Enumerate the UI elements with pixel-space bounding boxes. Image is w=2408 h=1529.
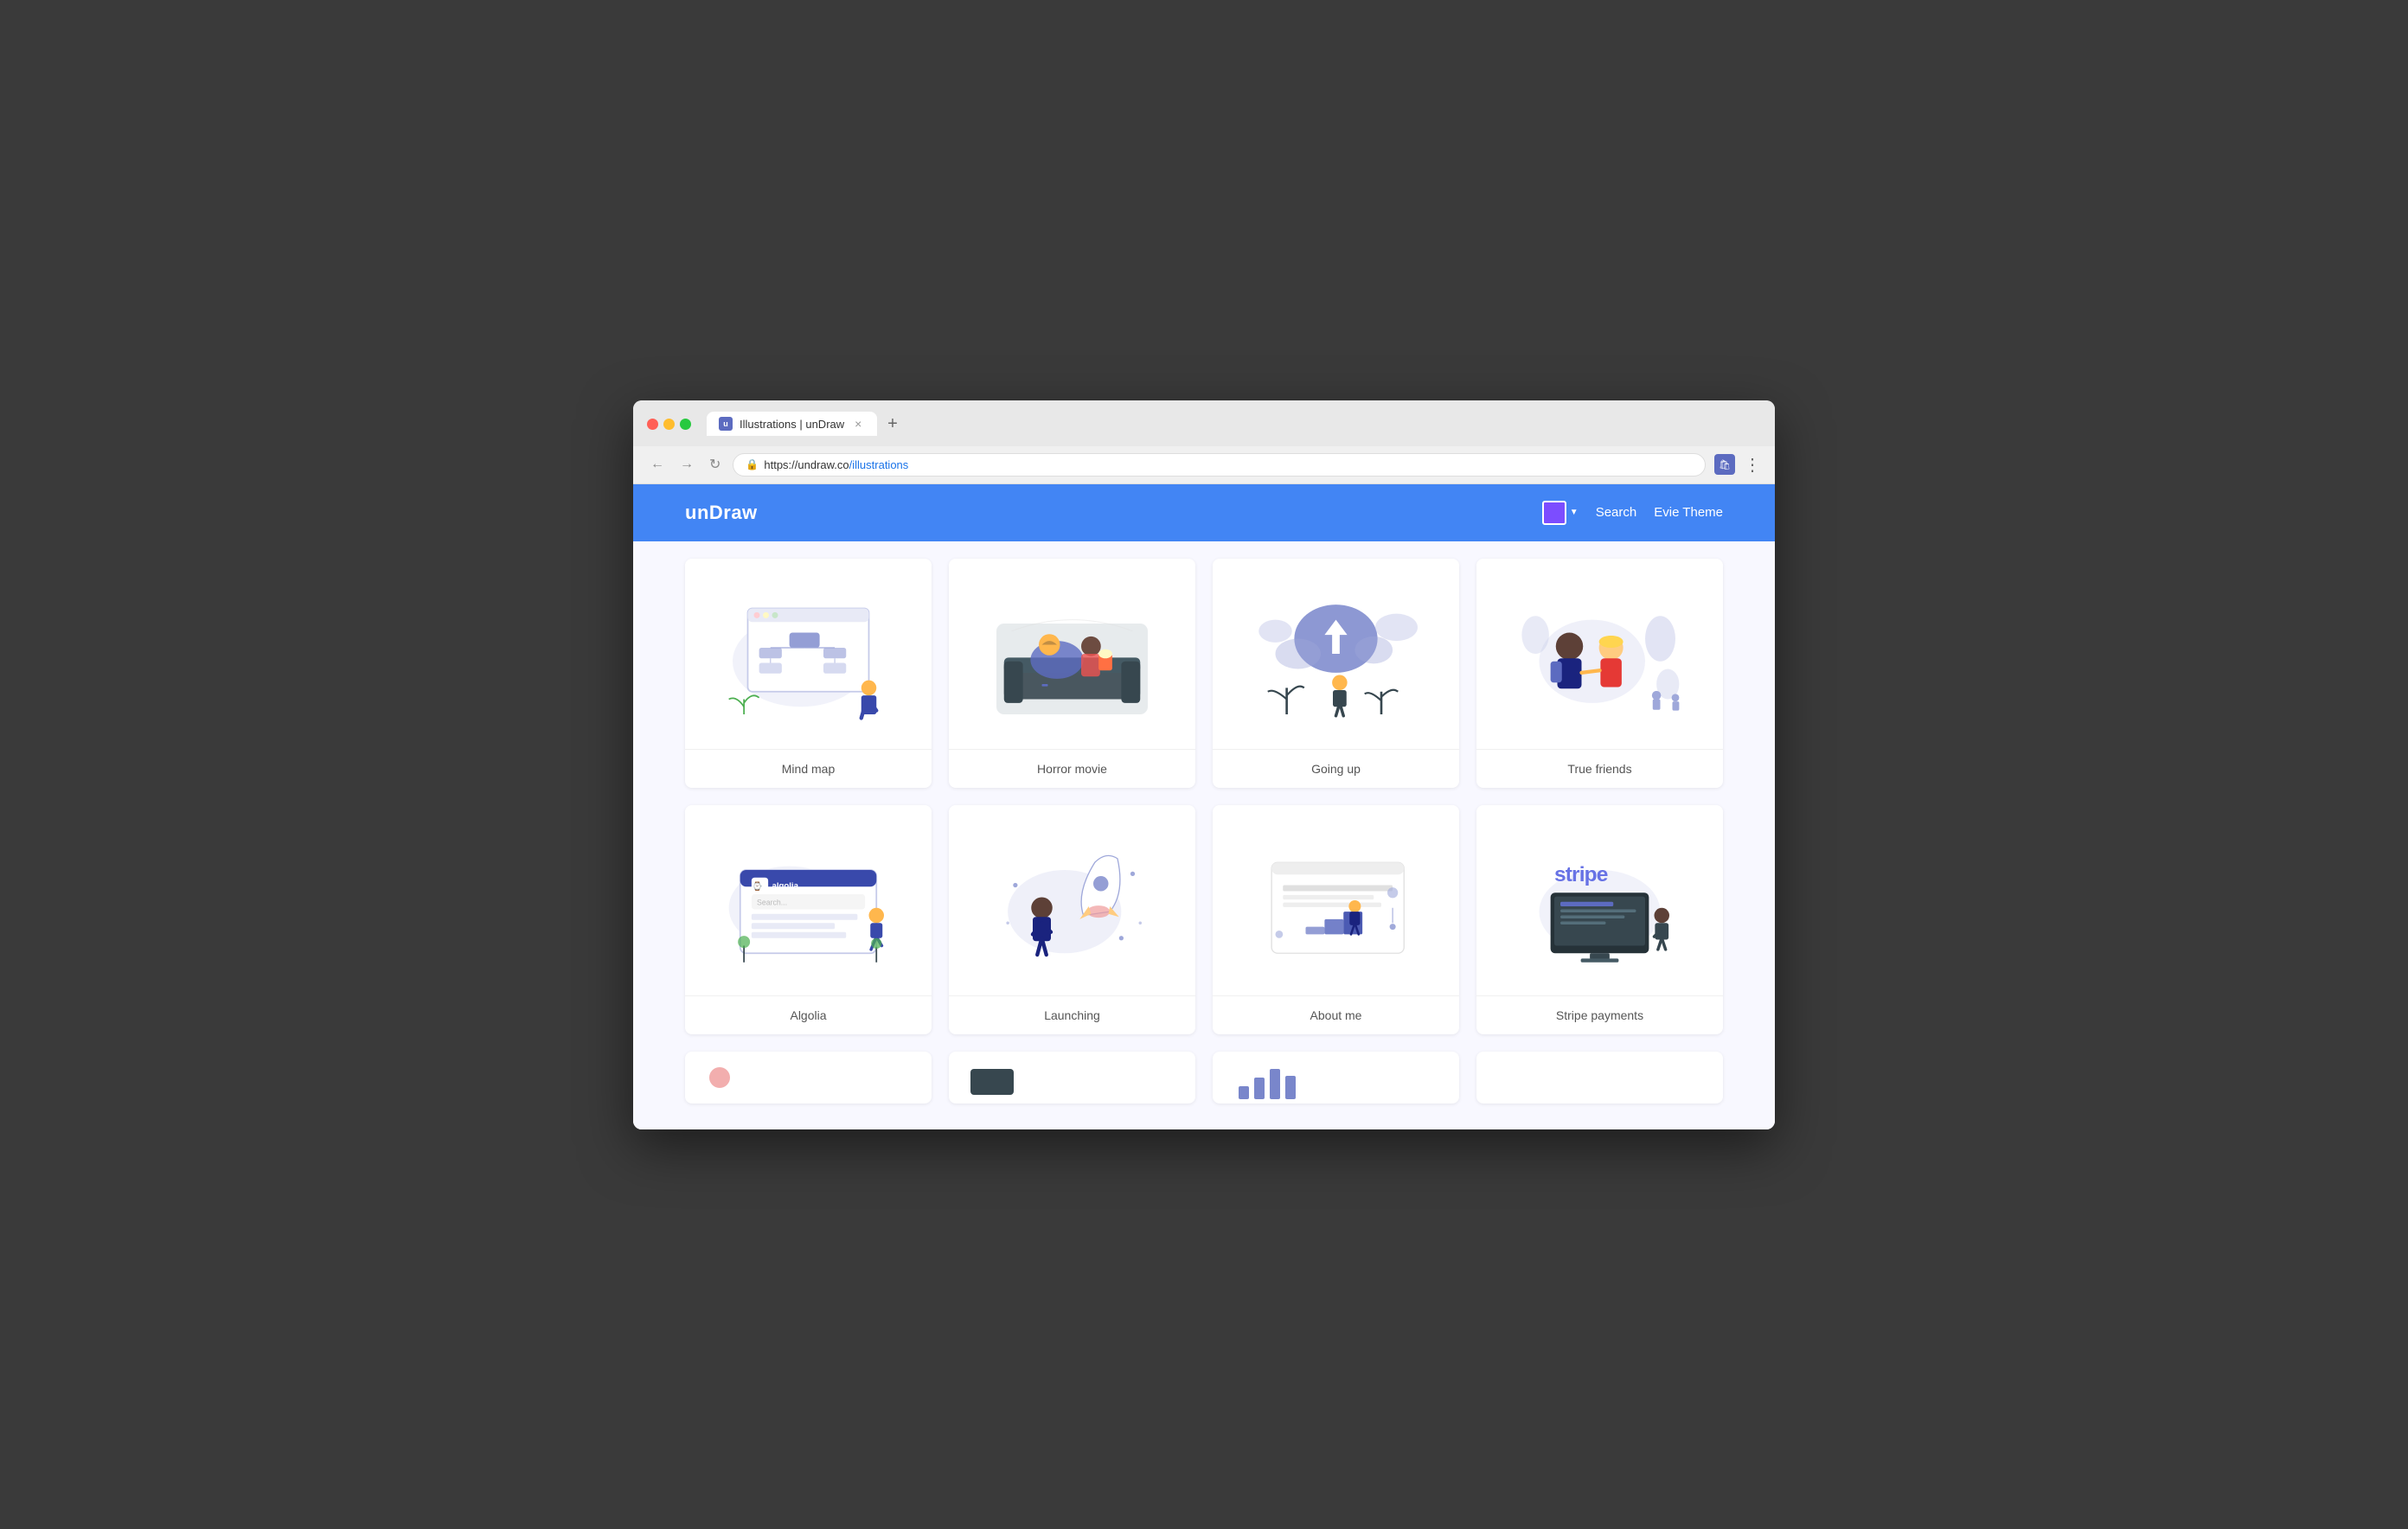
card-image-about-me [1213,805,1459,995]
card-launching[interactable]: Launching [949,805,1195,1034]
card-label-horror-movie: Horror movie [949,749,1195,788]
card-image-algolia: ⌚ algolia Search... [685,805,932,995]
card-going-up[interactable]: Going up [1213,559,1459,788]
nav-actions: 🛍 ⋮ [1714,454,1761,476]
nav-right: ▼ Search Evie Theme [1542,501,1723,525]
partial-card-3[interactable] [1213,1052,1459,1104]
card-image-horror-movie [949,559,1195,749]
theme-nav-link[interactable]: Evie Theme [1654,505,1723,520]
new-tab-button[interactable]: + [881,411,905,438]
illustrations-grid: Mind map [633,541,1775,1129]
reload-button[interactable]: ↻ [706,454,724,475]
card-mind-map[interactable]: Mind map [685,559,932,788]
card-stripe-payments[interactable]: stripe [1476,805,1723,1034]
card-algolia[interactable]: ⌚ algolia Search... [685,805,932,1034]
title-bar: u Illustrations | unDraw × + [633,400,1775,446]
search-nav-link[interactable]: Search [1596,505,1637,520]
minimize-button[interactable] [663,419,675,430]
card-image-mind-map [685,559,932,749]
partial-row [685,1052,1723,1104]
color-picker[interactable]: ▼ [1542,501,1579,525]
url-text: https://undraw.co/illustrations [764,458,908,471]
svg-text:⌚: ⌚ [752,880,763,891]
tab-close-button[interactable]: × [851,417,865,431]
forward-button[interactable]: → [676,455,697,474]
svg-text:stripe: stripe [1554,863,1608,886]
browser-menu-button[interactable]: ⋮ [1744,454,1761,476]
lock-icon: 🔒 [746,458,759,470]
card-label-stripe-payments: Stripe payments [1476,995,1723,1034]
card-label-going-up: Going up [1213,749,1459,788]
card-image-going-up [1213,559,1459,749]
tab-bar: u Illustrations | unDraw × + [707,411,1761,438]
color-arrow-icon: ▼ [1570,508,1579,517]
close-button[interactable] [647,419,658,430]
card-true-friends[interactable]: True friends [1476,559,1723,788]
svg-text:algolia: algolia [772,881,799,891]
back-button[interactable]: ← [647,455,668,474]
card-image-stripe-payments: stripe [1476,805,1723,995]
site-nav: unDraw ▼ Search Evie Theme [633,484,1775,541]
card-label-mind-map: Mind map [685,749,932,788]
grid: Mind map [685,559,1723,1034]
tab-favicon: u [719,417,733,431]
partial-card-1[interactable] [685,1052,932,1104]
url-bar[interactable]: 🔒 https://undraw.co/illustrations [733,453,1706,477]
card-image-launching [949,805,1195,995]
site-content: unDraw ▼ Search Evie Theme [633,484,1775,1129]
extension-icon[interactable]: 🛍 [1714,454,1735,475]
card-horror-movie[interactable]: Horror movie [949,559,1195,788]
card-image-true-friends [1476,559,1723,749]
card-about-me[interactable]: About me [1213,805,1459,1034]
address-bar: ← → ↻ 🔒 https://undraw.co/illustrations … [633,446,1775,484]
card-label-launching: Launching [949,995,1195,1034]
partial-card-2[interactable] [949,1052,1195,1104]
svg-text:Search...: Search... [757,898,787,906]
tab-title: Illustrations | unDraw [740,418,844,431]
partial-card-4[interactable] [1476,1052,1723,1104]
traffic-lights [647,419,691,430]
maximize-button[interactable] [680,419,691,430]
browser-window: u Illustrations | unDraw × + ← → ↻ 🔒 htt… [633,400,1775,1129]
card-label-algolia: Algolia [685,995,932,1034]
active-tab[interactable]: u Illustrations | unDraw × [707,412,877,436]
site-logo[interactable]: unDraw [685,502,758,524]
color-swatch[interactable] [1542,501,1566,525]
card-label-about-me: About me [1213,995,1459,1034]
card-label-true-friends: True friends [1476,749,1723,788]
